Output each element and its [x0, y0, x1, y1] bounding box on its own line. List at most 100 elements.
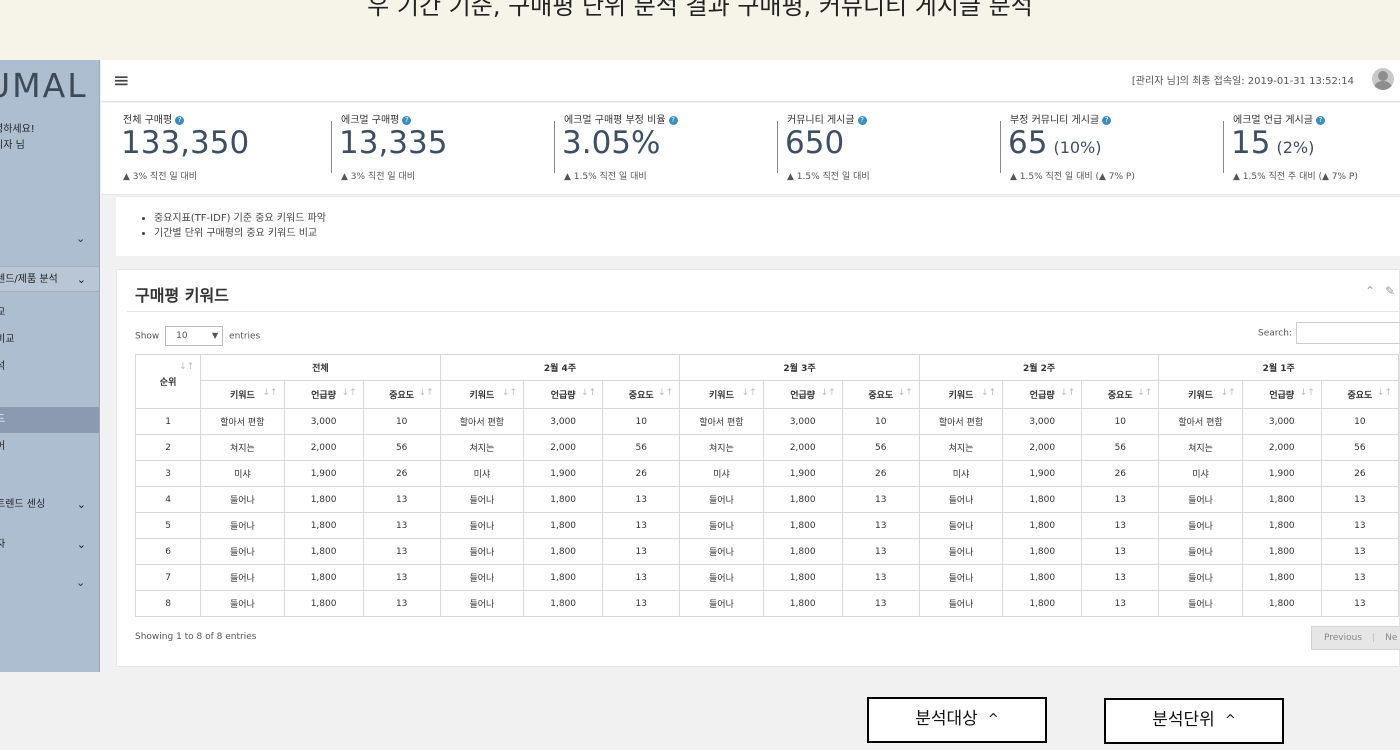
search-input[interactable]	[1295, 322, 1400, 344]
keyword-cell: 할아서 편함	[679, 408, 764, 435]
keyword-cell: 들어나	[439, 564, 525, 591]
importance-cell: 13	[602, 538, 681, 565]
table-info: Showing 1 to 8 of 8 entries	[135, 632, 257, 642]
sidebar-section-trend-product[interactable]: 렌드/제품 분석 ⌄	[0, 266, 99, 292]
mentions-cell: 1,800	[523, 590, 604, 617]
keyword-cell: 들어나	[918, 538, 1004, 565]
analysis-unit-dropdown[interactable]: 분석단위 ^	[1104, 698, 1284, 744]
mentions-cell: 1,800	[762, 512, 843, 539]
analysis-unit-label: 분석단위	[1152, 710, 1215, 730]
chevron-down-icon[interactable]: ⌄	[76, 232, 85, 245]
mentions-cell: 1,800	[1241, 564, 1322, 591]
stat-value: 3.05%	[562, 125, 666, 161]
column-header[interactable]: 키워드 ↓↑	[679, 380, 764, 409]
sidebar-item-compare-2[interactable]: 비교	[0, 327, 99, 353]
hamburger-menu-icon[interactable]: ≡	[113, 68, 130, 92]
column-header[interactable]: 키워드 ↓↑	[1158, 380, 1243, 409]
column-group-header: 2월 2주	[918, 354, 1160, 381]
stat-total-reviews: 전체 구매평? 133,350 ▲ 3% 직전 일 대비	[113, 109, 335, 189]
table-row: 5 들어나 1,800 13 들어나 1,800 13 들어나 1,800 13 들어나 1,800 1…	[134, 512, 1400, 539]
keyword-cell: 미샤	[200, 460, 285, 487]
rank-cell: 5	[134, 512, 202, 539]
importance-cell: 13	[1081, 564, 1160, 591]
keyword-cell: 할아서 편함	[439, 408, 525, 435]
collapse-icon[interactable]: ⌃	[1365, 284, 1375, 298]
entries-select[interactable]: 10 ▼	[165, 326, 224, 346]
mentions-cell: 1,800	[762, 486, 843, 513]
importance-cell: 13	[1320, 564, 1400, 591]
sort-icon: ↓↑	[981, 388, 997, 398]
column-header[interactable]: 중요도 ↓↑	[362, 380, 441, 409]
keyword-cell: 들어나	[679, 486, 764, 513]
analysis-target-label: 분석대상	[915, 709, 978, 729]
column-header[interactable]: 중요도 ↓↑	[1320, 380, 1400, 409]
keyword-cell: 들어나	[439, 538, 525, 565]
brand-logo: UMAL	[0, 66, 88, 105]
column-header[interactable]: 키워드 ↓↑	[439, 380, 525, 409]
help-icon[interactable]: ?	[402, 116, 412, 125]
help-icon[interactable]: ?	[668, 116, 678, 125]
help-icon[interactable]: ?	[1102, 116, 1112, 125]
table-row: 7 들어나 1,800 13 들어나 1,800 13 들어나 1,800 13 들어나 1,800 1…	[134, 564, 1400, 591]
column-header-rank[interactable]: 순위 ↓↑	[134, 354, 202, 409]
column-header[interactable]: 언급량 ↓↑	[523, 380, 604, 409]
help-icon[interactable]: ?	[175, 116, 185, 125]
importance-cell: 26	[1081, 460, 1160, 487]
column-header-label: 중요도	[628, 391, 654, 401]
importance-cell: 13	[841, 564, 920, 591]
sort-icon: ↓↑	[179, 362, 195, 372]
keyword-cell: 들어나	[1158, 538, 1243, 565]
sidebar-section-trend-sensing[interactable]: 트렌드 센싱 ⌄	[0, 492, 99, 518]
column-header[interactable]: 언급량 ↓↑	[1241, 380, 1322, 409]
help-icon[interactable]: ?	[857, 116, 867, 125]
column-header-label: 키워드	[709, 391, 734, 401]
column-header-label: 언급량	[790, 391, 816, 401]
importance-cell: 13	[602, 486, 681, 513]
sidebar-section-admin[interactable]: 자 ⌄	[0, 532, 99, 558]
column-header[interactable]: 중요도 ↓↑	[1081, 380, 1160, 409]
stat-value: 65 (10%)	[1008, 125, 1102, 161]
stat-value: 133,350	[121, 125, 255, 161]
analysis-target-dropdown[interactable]: 분석대상 ^	[867, 697, 1047, 743]
column-header[interactable]: 언급량 ↓↑	[762, 380, 843, 409]
sort-icon: ↓↑	[658, 388, 674, 398]
stat-delta: ▲ 3% 직전 일 대비	[341, 172, 416, 182]
sort-icon: ↓↑	[1299, 388, 1315, 398]
column-header[interactable]: 언급량 ↓↑	[1002, 380, 1083, 409]
keyword-cell: 할아서 편함	[200, 408, 285, 435]
mentions-cell: 1,800	[523, 538, 604, 565]
mentions-cell: 1,800	[523, 512, 604, 539]
mentions-cell: 1,800	[523, 486, 604, 513]
column-header[interactable]: 언급량 ↓↑	[283, 380, 364, 409]
column-header[interactable]: 중요도 ↓↑	[841, 380, 920, 409]
previous-button[interactable]: Previous	[1324, 633, 1362, 643]
column-header-label: 키워드	[1188, 391, 1213, 401]
keyword-cell: 들어나	[918, 512, 1004, 539]
user-avatar[interactable]	[1372, 68, 1394, 90]
stats-row: 전체 구매평? 133,350 ▲ 3% 직전 일 대비 에크멀 구매평? 13…	[101, 103, 1400, 195]
stat-value-number: 65	[1008, 125, 1048, 161]
keyword-cell: 쳐지는	[200, 434, 285, 461]
greeting-line-1: 녕하세요!	[0, 124, 35, 135]
caret-up-icon: ^	[987, 712, 999, 727]
table-body: 1 할아서 편함 3,000 10 할아서 편함 3,000 10 할아서 편함 3,000 10…	[134, 408, 1400, 617]
sidebar-item-label: 비교	[0, 334, 15, 345]
wrench-icon[interactable]: ✎	[1385, 284, 1395, 298]
help-icon[interactable]: ?	[1315, 116, 1325, 125]
sidebar-item-word[interactable]: 어	[0, 434, 99, 460]
column-header[interactable]: 중요도 ↓↑	[602, 380, 681, 409]
column-header[interactable]: 키워드 ↓↑	[918, 380, 1004, 409]
chevron-down-icon[interactable]: ⌄	[76, 576, 85, 589]
sidebar-section-label: 자	[0, 539, 5, 550]
importance-cell: 10	[1320, 408, 1400, 435]
keyword-cell: 쳐지는	[1158, 434, 1243, 461]
next-button[interactable]: Ne	[1385, 633, 1397, 643]
sidebar-item-compare[interactable]: 교	[0, 300, 99, 326]
column-header[interactable]: 키워드 ↓↑	[200, 380, 285, 409]
mentions-cell: 3,000	[283, 408, 364, 435]
sidebar-item-analysis[interactable]: 석	[0, 354, 99, 380]
importance-cell: 13	[1320, 538, 1400, 565]
sidebar-item-keyword-active[interactable]: 드	[0, 407, 99, 433]
column-group-header: 전체	[200, 354, 441, 381]
importance-cell: 56	[602, 434, 681, 461]
